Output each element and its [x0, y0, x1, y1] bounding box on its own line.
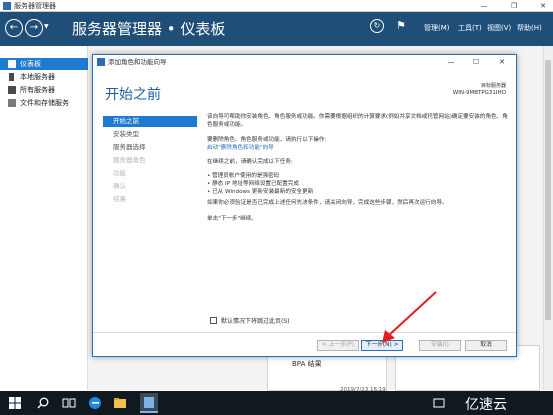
watermark-logo: 亿速云 [465, 397, 507, 413]
menu-tools[interactable]: 工具(T) [458, 23, 482, 33]
remove-instructions: 要删除角色、角色服务或功能，请执行以下操作: [207, 137, 327, 143]
notifications-flag-icon[interactable]: ⚑ [396, 19, 406, 32]
window-title: 服务器管理器 [14, 2, 56, 10]
storage-icon [8, 99, 16, 107]
sidebar-item-label: 本地服务器 [20, 73, 55, 81]
wizard-icon [97, 58, 105, 66]
refresh-icon[interactable]: ↻ [370, 19, 384, 33]
edge-browser-icon[interactable] [88, 396, 102, 410]
wizard-step-results: 结果 [113, 195, 126, 203]
sidebar-item-label: 所有服务器 [20, 86, 55, 94]
minimize-button[interactable]: — [476, 0, 492, 12]
dialog-divider [93, 332, 516, 333]
sidebar-item-label: 文件和存储服务 [20, 99, 69, 107]
install-button[interactable]: 安装(I) [419, 340, 461, 351]
sidebar-item-dashboard[interactable]: 仪表板 [0, 58, 88, 70]
forward-button[interactable]: → [25, 19, 43, 37]
sidebar-item-file-storage[interactable]: 文件和存储服务 [0, 97, 88, 109]
app-header: ← → ▼ 服务器管理器 • 仪表板 ↻ ⚑ 管理(M) 工具(T) 视图(V)… [0, 12, 553, 46]
menu-manage[interactable]: 管理(M) [424, 23, 450, 33]
task-item: • 管理员帐户使用的是强密码 [207, 173, 280, 179]
page-title: 服务器管理器 • 仪表板 [72, 20, 226, 38]
dialog-close-button[interactable]: ✕ [492, 55, 512, 69]
cancel-button[interactable]: 取消 [465, 340, 507, 351]
back-button[interactable]: ← [5, 19, 23, 37]
wizard-step-server-selection[interactable]: 服务器选择 [103, 142, 197, 153]
task-view-icon[interactable] [62, 396, 76, 410]
scrollbar-thumb[interactable] [545, 60, 551, 320]
before-continue-text: 在继续之前，请确认完成以下任务: [207, 159, 293, 165]
menu-view[interactable]: 视图(V) [487, 23, 511, 33]
start-windows-icon[interactable] [8, 396, 22, 410]
target-server-label: 目标服务器 [480, 83, 506, 89]
verify-text: 如果你必须验证是否已完成上述任何先决条件，请关闭向导，完成这些步骤，然后再次运行… [207, 200, 448, 206]
sidebar-item-local-server[interactable]: 本地服务器 [0, 71, 88, 83]
task-item: • 静态 IP 地址等网络设置已配置完成 [207, 181, 299, 187]
intro-paragraph: 该向导可帮助你安装角色、角色服务或功能。你需要根据组织的计算要求(例如共享文档或… [207, 114, 508, 128]
skip-page-checkbox[interactable] [210, 317, 217, 324]
file-explorer-icon[interactable] [113, 396, 127, 410]
continue-text: 单击"下一步"继续。 [207, 216, 257, 222]
add-roles-wizard-dialog: 添加角色和功能向导 — ☐ ✕ 开始之前 目标服务器 WIN-9MBTPG31I… [92, 54, 517, 357]
server-icon [9, 73, 14, 81]
next-button[interactable]: 下一步(N) > [361, 340, 403, 351]
menu-help[interactable]: 帮助(H) [517, 23, 542, 33]
skip-page-label: 默认情况下将跳过此页(S) [221, 318, 290, 325]
dialog-maximize-button[interactable]: ☐ [466, 55, 486, 69]
search-icon[interactable] [36, 396, 50, 410]
dialog-minimize-button[interactable]: — [441, 55, 461, 69]
bpa-results-label: BPA 结果 [292, 360, 322, 368]
dialog-title: 添加角色和功能向导 [108, 58, 167, 66]
wizard-step-server-roles: 服务器角色 [113, 156, 146, 164]
sidebar: 仪表板 本地服务器 所有服务器 文件和存储服务 [0, 46, 88, 390]
notification-icon[interactable] [432, 396, 446, 410]
dashboard-icon [8, 60, 16, 68]
sidebar-item-label: 仪表板 [20, 60, 41, 68]
maximize-button[interactable]: ❐ [506, 0, 522, 12]
wizard-step-installation-type[interactable]: 安装类型 [103, 129, 197, 140]
wizard-step-before-you-begin[interactable]: 开始之前 [103, 116, 197, 127]
sidebar-item-all-servers[interactable]: 所有服务器 [0, 84, 88, 96]
wizard-step-features: 功能 [113, 169, 126, 177]
task-item: • 已从 Windows 更新安装最新的安全更新 [207, 189, 314, 195]
remove-roles-link[interactable]: 启动"删除角色和功能"向导 [207, 145, 512, 153]
window-title-bar: 服务器管理器 — ❐ ✕ [0, 0, 553, 12]
close-button[interactable]: ✕ [535, 0, 551, 12]
previous-button[interactable]: < 上一步(P) [317, 340, 359, 351]
dialog-heading: 开始之前 [105, 87, 161, 103]
history-dropdown-icon[interactable]: ▼ [44, 23, 49, 30]
dialog-title-bar: 添加角色和功能向导 — ☐ ✕ [93, 55, 516, 69]
wizard-step-confirmation: 确认 [113, 182, 126, 190]
server-manager-icon [3, 2, 11, 10]
server-manager-taskbar-icon[interactable] [140, 393, 158, 413]
servers-icon [8, 86, 16, 94]
target-server-name: WIN-9MBTPG31IHO [452, 90, 506, 96]
